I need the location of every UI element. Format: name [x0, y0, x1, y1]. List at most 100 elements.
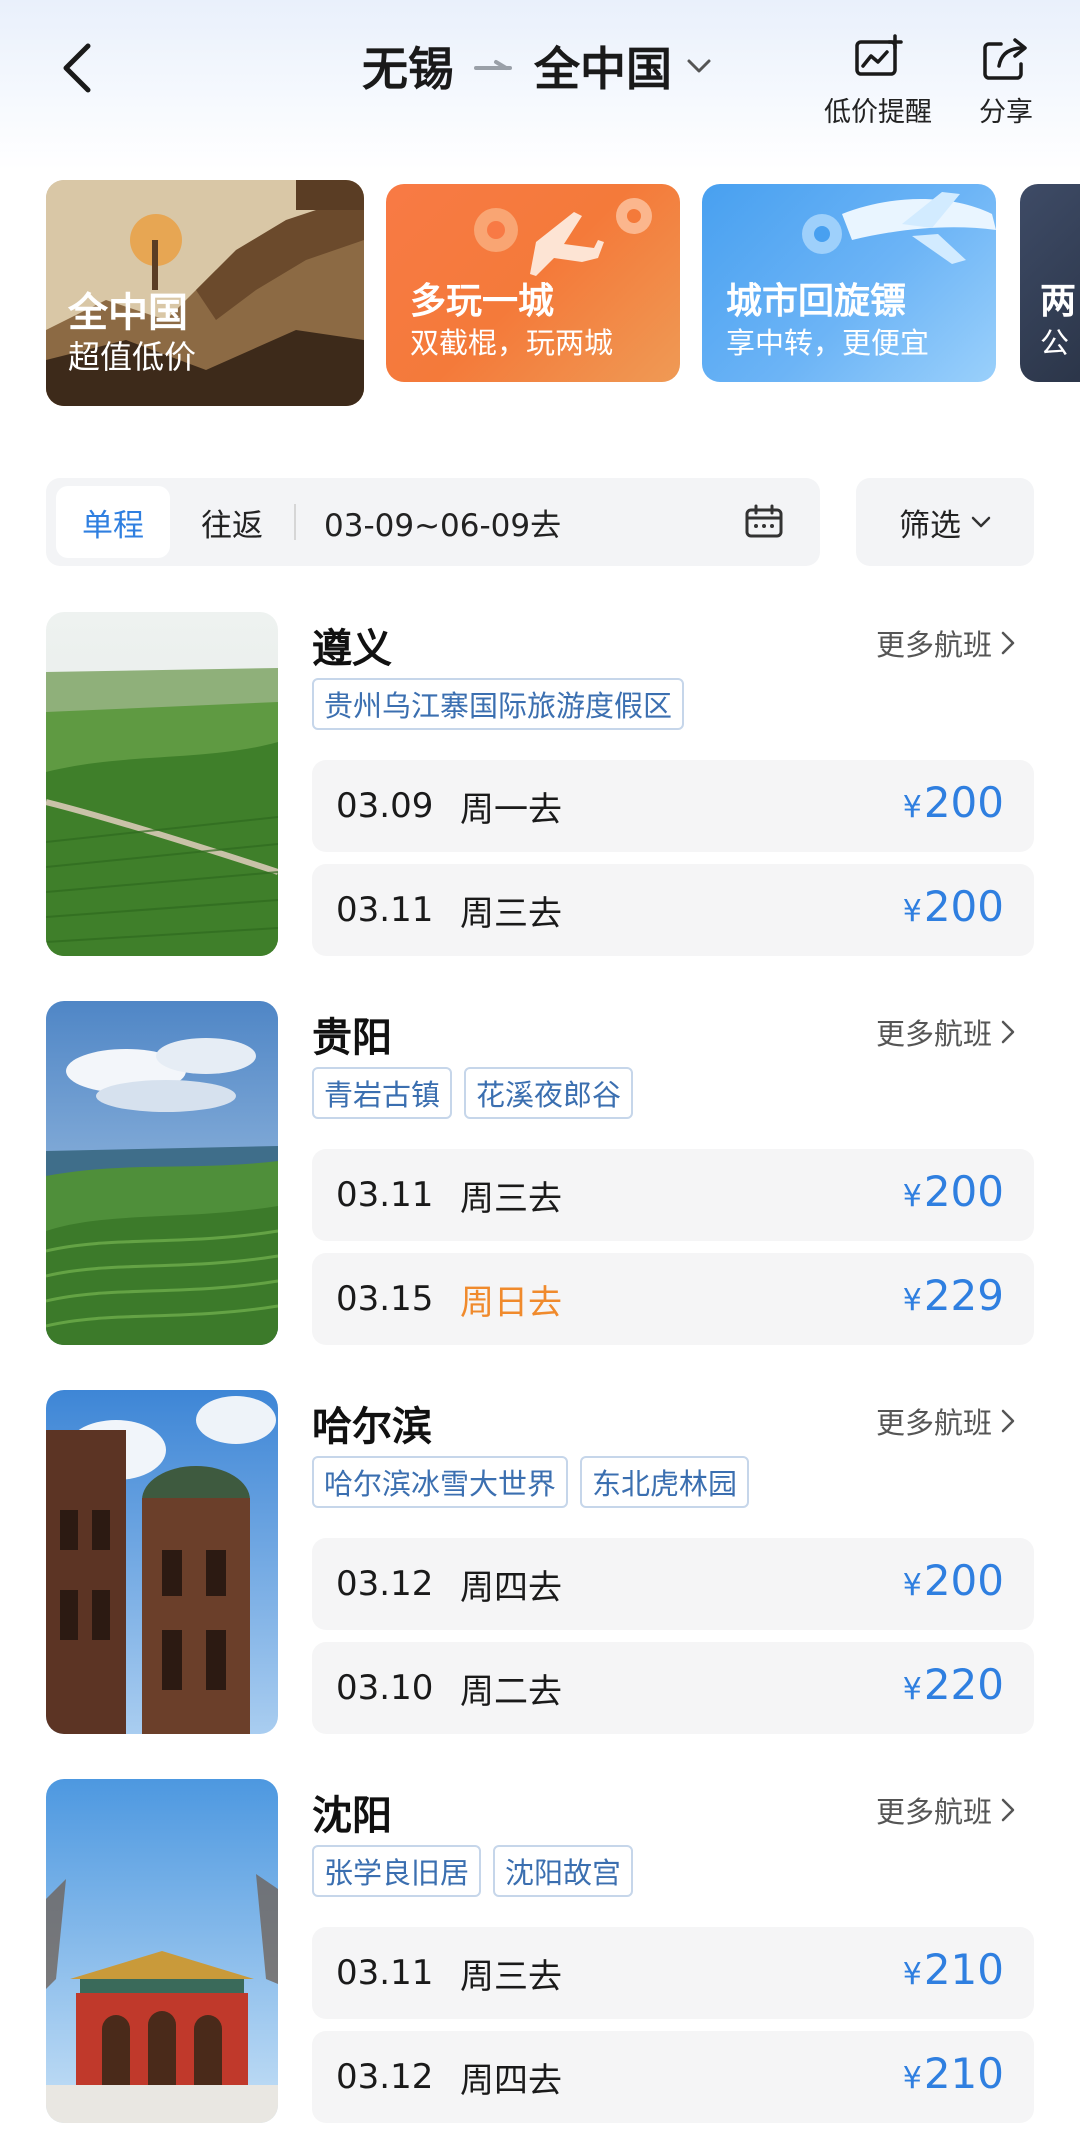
currency-symbol: ¥: [902, 894, 922, 929]
tab-one-way[interactable]: 单程: [56, 486, 170, 558]
price-value: 200: [923, 882, 1004, 931]
promo-title: 多玩一城: [410, 281, 555, 322]
flight-price: ¥200: [903, 1149, 1004, 1241]
promo-subtitle: 公: [1040, 326, 1070, 360]
flight-option[interactable]: 03.11 周三去 ¥210: [312, 1927, 1034, 2019]
price-alert-icon: [855, 34, 903, 76]
promo-carousel[interactable]: 全中国 超值低价 多玩一城 双截棍，玩两城 城市回旋镖 享中转，更便宜 两 公: [0, 160, 1080, 420]
share-button[interactable]: 分享: [966, 34, 1046, 129]
attraction-tag: 花溪夜郎谷: [464, 1067, 634, 1119]
flight-option[interactable]: 03.11 周三去 ¥200: [312, 1149, 1034, 1241]
currency-symbol: ¥: [902, 1568, 922, 1603]
flight-price: ¥200: [903, 864, 1004, 956]
flight-option[interactable]: 03.11 周三去 ¥200: [312, 864, 1034, 956]
calendar-icon[interactable]: [744, 504, 784, 540]
origin-city: 无锡: [362, 42, 454, 96]
flight-weekday: 周一去: [460, 789, 562, 830]
more-flights-label: 更多航班: [876, 628, 993, 662]
promo-card-boomerang[interactable]: 城市回旋镖 享中转，更便宜: [702, 184, 996, 382]
flight-date: 03.11: [336, 890, 434, 930]
attraction-tag: 哈尔滨冰雪大世界: [312, 1456, 569, 1508]
flight-price: ¥210: [903, 1927, 1004, 2019]
flight-price: ¥220: [903, 1642, 1004, 1734]
attraction-tags: 张学良旧居 沈阳故宫: [312, 1845, 634, 1897]
attraction-tag: 青岩古镇: [312, 1067, 453, 1119]
top-navigation-bar: 无锡 全中国 低价提醒 分享: [0, 0, 1080, 150]
back-button[interactable]: [52, 38, 108, 98]
promo-title: 两: [1040, 281, 1077, 322]
destination-name: 沈阳: [312, 1793, 392, 1839]
price-value: 200: [923, 1556, 1004, 1605]
more-flights-link[interactable]: 更多航班: [876, 1011, 1016, 1053]
flight-date: 03.11: [336, 1175, 434, 1215]
share-label: 分享: [979, 97, 1033, 128]
currency-symbol: ¥: [902, 1283, 922, 1318]
flight-weekday: 周三去: [460, 1956, 562, 1997]
flight-option[interactable]: 03.15 周日去 ¥229: [312, 1253, 1034, 1345]
more-flights-label: 更多航班: [876, 1406, 993, 1440]
attraction-tag: 东北虎林园: [580, 1456, 750, 1508]
tab-round-trip[interactable]: 往返: [182, 486, 282, 558]
promo-card-all-china[interactable]: 全中国 超值低价: [46, 180, 364, 406]
flight-option[interactable]: 03.10 周二去 ¥220: [312, 1642, 1034, 1734]
attraction-tags: 贵州乌江寨国际旅游度假区: [312, 678, 685, 730]
flight-price: ¥229: [903, 1253, 1004, 1345]
destination-name: 遵义: [312, 626, 392, 672]
chevron-left-icon: [63, 43, 91, 93]
destination-city: 全中国: [534, 42, 672, 96]
currency-symbol: ¥: [902, 1672, 922, 1707]
share-icon: [983, 38, 1027, 80]
more-flights-link[interactable]: 更多航班: [876, 1789, 1016, 1831]
more-flights-label: 更多航班: [876, 1795, 993, 1829]
filter-button[interactable]: 筛选: [856, 478, 1034, 566]
flight-weekday: 周三去: [460, 1178, 562, 1219]
promo-subtitle: 享中转，更便宜: [726, 326, 930, 360]
flight-date: 03.12: [336, 2057, 434, 2097]
flight-date: 03.12: [336, 1564, 434, 1604]
destination-card-harbin[interactable]: 哈尔滨 更多航班 哈尔滨冰雪大世界 东北虎林园 03.12 周四去 ¥200 0…: [0, 1390, 1080, 1736]
flight-weekday: 周二去: [460, 1671, 562, 1712]
flight-option[interactable]: 03.09 周一去 ¥200: [312, 760, 1034, 852]
flight-weekday: 周三去: [460, 893, 562, 934]
flight-option[interactable]: 03.12 周四去 ¥200: [312, 1538, 1034, 1630]
destination-name: 哈尔滨: [312, 1404, 432, 1450]
destination-photo-tea-fields: [46, 612, 278, 956]
currency-symbol: ¥: [902, 790, 922, 825]
route-title[interactable]: 无锡 全中国: [362, 36, 712, 96]
promo-subtitle: 双截棍，玩两城: [410, 326, 614, 360]
more-flights-link[interactable]: 更多航班: [876, 1400, 1016, 1442]
promo-card-multi-city[interactable]: 多玩一城 双截棍，玩两城: [386, 184, 680, 382]
price-alert-button[interactable]: 低价提醒: [818, 34, 938, 129]
promo-title: 全中国: [68, 290, 188, 336]
more-flights-link[interactable]: 更多航班: [876, 622, 1016, 664]
chevron-down-icon: [687, 59, 711, 73]
attraction-tag: 沈阳故宫: [493, 1845, 634, 1897]
attraction-tags: 哈尔滨冰雪大世界 东北虎林园: [312, 1456, 750, 1508]
flight-weekday: 周四去: [460, 2060, 562, 2101]
date-range-selector[interactable]: 03-09~06-09去: [324, 486, 561, 558]
price-value: 200: [923, 1167, 1004, 1216]
flight-option[interactable]: 03.12 周四去 ¥210: [312, 2031, 1034, 2123]
destination-photo-cathedral: [46, 1390, 278, 1734]
chevron-right-icon: [1001, 631, 1015, 655]
flight-date: 03.15: [336, 1279, 434, 1319]
chevron-right-icon: [1001, 1798, 1015, 1822]
attraction-tags: 青岩古镇 花溪夜郎谷: [312, 1067, 634, 1119]
destination-card-shenyang[interactable]: 沈阳 更多航班 张学良旧居 沈阳故宫 03.11 周三去 ¥210 03.12 …: [0, 1779, 1080, 2125]
promo-title: 城市回旋镖: [726, 281, 907, 322]
flight-price: ¥200: [903, 1538, 1004, 1630]
promo-subtitle: 超值低价: [68, 338, 197, 376]
destination-card-zunyi[interactable]: 遵义 更多航班 贵州乌江寨国际旅游度假区 03.09 周一去 ¥200 03.1…: [0, 612, 1080, 958]
attraction-tag: 贵州乌江寨国际旅游度假区: [312, 678, 685, 730]
price-alert-label: 低价提醒: [824, 97, 932, 128]
price-value: 210: [923, 1945, 1004, 1994]
destination-card-guiyang[interactable]: 贵阳 更多航班 青岩古镇 花溪夜郎谷 03.11 周三去 ¥200 03.15 …: [0, 1001, 1080, 1347]
attraction-tag: 张学良旧居: [312, 1845, 482, 1897]
destination-photo-palace-gate: [46, 1779, 278, 2123]
more-flights-label: 更多航班: [876, 1017, 993, 1051]
flight-date: 03.09: [336, 786, 434, 826]
promo-card-partial[interactable]: 两 公: [1020, 184, 1080, 382]
route-arrow-icon: [474, 60, 512, 70]
flight-date: 03.11: [336, 1953, 434, 1993]
trip-filter-bar: 单程 往返 03-09~06-09去: [46, 478, 820, 566]
